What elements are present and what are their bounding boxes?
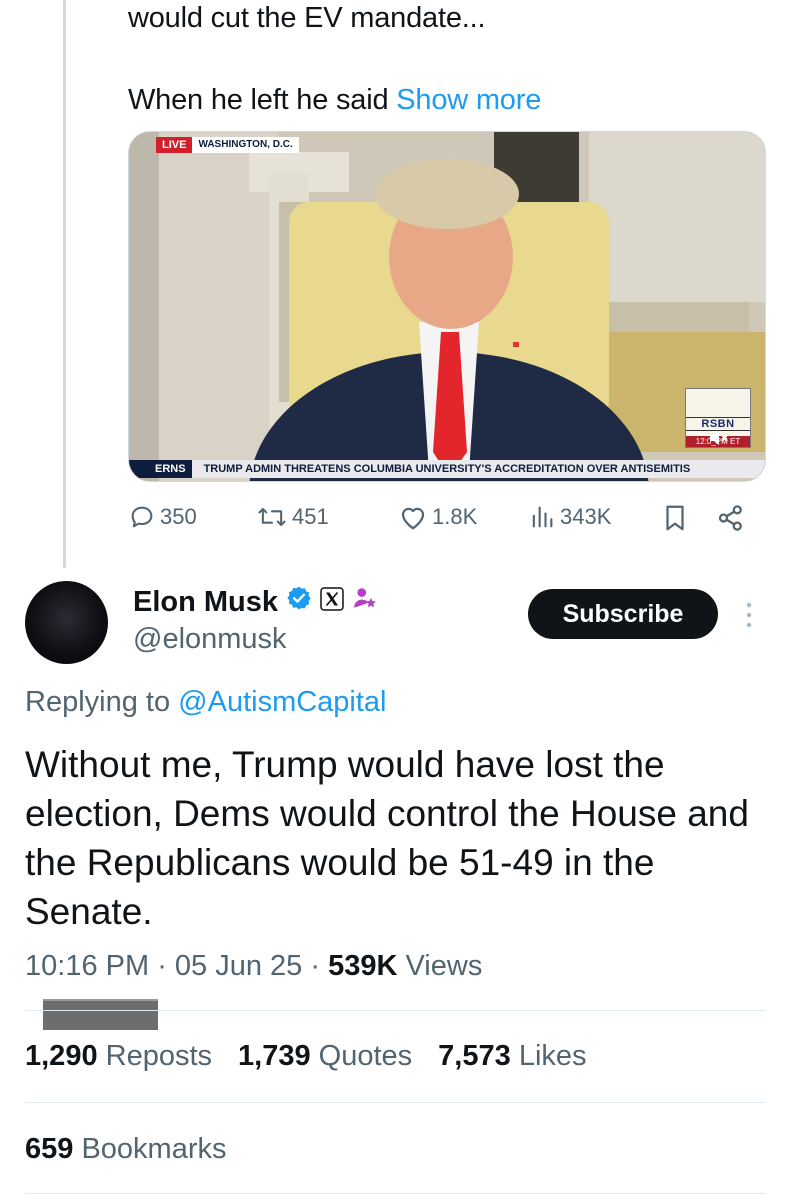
bookmarks-count: 659 bbox=[25, 1133, 74, 1165]
views-button[interactable]: 343K bbox=[528, 503, 611, 531]
engagement-stats: 1,290 Reposts 1,739 Quotes 7,573 Likes bbox=[25, 1040, 613, 1073]
views-icon bbox=[528, 503, 556, 531]
reply-count: 350 bbox=[160, 504, 197, 529]
heart-icon bbox=[398, 503, 428, 531]
bookmark-icon bbox=[662, 503, 688, 533]
tweet-time[interactable]: 10:16 PM bbox=[25, 950, 149, 982]
share-icon bbox=[716, 503, 746, 533]
news-ticker: ERNS TRUMP ADMIN THREATENS COLUMBIA UNIV… bbox=[129, 460, 765, 478]
avatar[interactable] bbox=[25, 581, 108, 664]
views-count: 539K bbox=[328, 950, 398, 982]
tweet-meta: 10:16 PM · 05 Jun 25 · 539K Views bbox=[25, 950, 482, 983]
divider bbox=[25, 1193, 766, 1194]
video-player[interactable]: LIVE WASHINGTON, D.C. RSBN 12:0_PM ET ER… bbox=[128, 131, 766, 482]
reposts-stat[interactable]: 1,290 Reposts bbox=[25, 1040, 212, 1073]
ticker-headline: TRUMP ADMIN THREATENS COLUMBIA UNIVERSIT… bbox=[203, 463, 691, 475]
likes-label: Likes bbox=[518, 1040, 587, 1072]
redaction-bar bbox=[43, 999, 158, 1030]
network-logo: RSBN bbox=[686, 417, 750, 431]
quoted-tweet-text-line-2: When he left he said Show more bbox=[128, 84, 541, 117]
author-handle[interactable]: @elonmusk bbox=[133, 623, 287, 656]
subscribe-button[interactable]: Subscribe bbox=[528, 589, 718, 639]
author-name-row: Elon Musk bbox=[133, 585, 378, 619]
repost-count: 451 bbox=[292, 504, 329, 529]
verified-badge-icon bbox=[286, 585, 312, 619]
location-label: WASHINGTON, D.C. bbox=[192, 137, 299, 153]
thread-connector-line bbox=[63, 0, 66, 568]
reply-icon bbox=[128, 503, 156, 531]
quoted-tweet-text-line-1: would cut the EV mandate... bbox=[128, 2, 486, 34]
show-more-link[interactable]: Show more bbox=[396, 84, 541, 116]
divider bbox=[25, 1010, 766, 1011]
replying-to-link[interactable]: @AutismCapital bbox=[178, 686, 386, 718]
bookmark-button[interactable] bbox=[662, 503, 688, 533]
like-count: 1.8K bbox=[432, 504, 478, 529]
views-count: 343K bbox=[560, 504, 612, 529]
bookmarks-label: Bookmarks bbox=[81, 1133, 227, 1165]
like-button[interactable]: 1.8K bbox=[398, 503, 477, 531]
quotes-count: 1,739 bbox=[238, 1040, 311, 1072]
quoted-tweet-text: When he left he said bbox=[128, 84, 389, 116]
quotes-label: Quotes bbox=[318, 1040, 413, 1072]
more-vertical-icon[interactable] bbox=[739, 600, 759, 630]
affiliate-icon bbox=[352, 585, 378, 619]
quotes-stat[interactable]: 1,739 Quotes bbox=[238, 1040, 412, 1073]
repost-icon bbox=[256, 503, 288, 531]
ticker-left-label: ERNS bbox=[129, 460, 192, 478]
tweet-text: Without me, Trump would have lost the el… bbox=[25, 744, 749, 932]
likes-stat[interactable]: 7,573 Likes bbox=[438, 1040, 586, 1073]
meta-separator: · bbox=[310, 950, 329, 982]
reposts-count: 1,290 bbox=[25, 1040, 98, 1072]
meta-separator: · bbox=[157, 950, 175, 982]
repost-button[interactable]: 451 bbox=[256, 503, 329, 531]
replying-to-line: Replying to @AutismCapital bbox=[25, 686, 387, 719]
quoted-tweet-action-bar: 350 451 1.8K 343K bbox=[128, 503, 768, 539]
bookmarks-stat[interactable]: 659 Bookmarks bbox=[25, 1133, 227, 1166]
replying-prefix: Replying to bbox=[25, 686, 171, 718]
x-logo-icon bbox=[320, 586, 344, 619]
divider bbox=[25, 1102, 766, 1103]
views-label: Views bbox=[405, 950, 483, 982]
likes-count: 7,573 bbox=[438, 1040, 511, 1072]
share-button[interactable] bbox=[716, 503, 746, 533]
mute-icon[interactable] bbox=[709, 430, 729, 446]
author-name[interactable]: Elon Musk bbox=[133, 586, 278, 619]
tweet-date[interactable]: 05 Jun 25 bbox=[175, 950, 302, 982]
live-badge: LIVE WASHINGTON, D.C. bbox=[156, 137, 299, 153]
video-frame bbox=[129, 132, 765, 481]
live-label: LIVE bbox=[156, 137, 193, 153]
reply-button[interactable]: 350 bbox=[128, 503, 197, 531]
reposts-label: Reposts bbox=[105, 1040, 213, 1072]
